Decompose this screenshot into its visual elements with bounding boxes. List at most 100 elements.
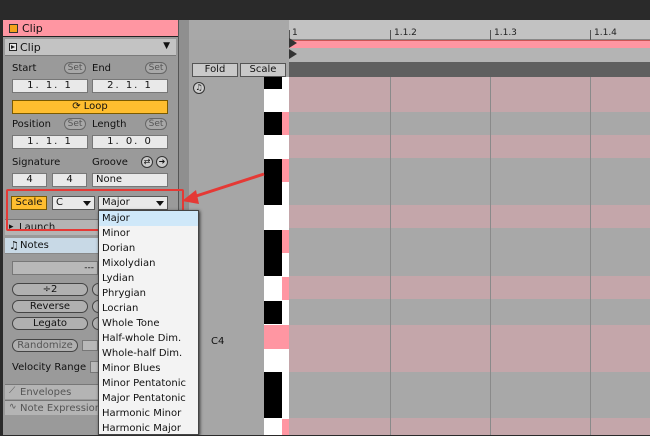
groove-label: Groove [92, 157, 128, 168]
envelope-icon: ⟋ [9, 386, 16, 396]
clip-section-label: Clip [20, 41, 41, 54]
scale-menu-item[interactable]: Minor Pentatonic [99, 376, 198, 391]
marker-lane [289, 48, 650, 62]
black-key[interactable] [264, 253, 282, 276]
ruler-label: 1.1.4 [594, 28, 617, 38]
fold-button[interactable]: Fold [192, 63, 238, 77]
start-set-button[interactable]: Set [64, 62, 86, 74]
scale-menu-item[interactable]: Dorian [99, 241, 198, 256]
position-set-button[interactable]: Set [64, 118, 86, 130]
signature-label: Signature [12, 157, 61, 168]
scale-row [289, 325, 650, 349]
scale-menu-item[interactable]: Harmonic Major [99, 421, 198, 436]
scale-menu-item[interactable]: Harmonic Minor [99, 406, 198, 421]
scale-menu-item[interactable]: Whole Tone [99, 316, 198, 331]
scale-row [289, 205, 650, 228]
key-scale-marker [282, 112, 289, 135]
loop-button[interactable]: ⟳ Loop [12, 100, 168, 114]
clip-title: Clip [22, 22, 43, 35]
scale-row [289, 77, 650, 89]
ruler-label: 1 [292, 28, 298, 38]
note-icon: ♫ [9, 239, 19, 252]
scale-row [289, 276, 650, 299]
scale-menu-item[interactable]: Half-whole Dim. [99, 331, 198, 346]
transpose-field[interactable]: --- [12, 261, 98, 275]
start-label: Start [12, 63, 37, 74]
loop-brace[interactable] [289, 40, 650, 48]
halve-button[interactable]: ÷2 [12, 283, 88, 296]
key-scale-marker [282, 419, 289, 435]
signature-denominator[interactable]: 4 [52, 173, 87, 187]
scale-menu-item[interactable]: Locrian [99, 301, 198, 316]
grid-line [590, 77, 591, 435]
ruler-label: 1.1.2 [394, 28, 417, 38]
c4-key-highlight [264, 325, 289, 349]
expression-icon: ∿ [9, 402, 17, 412]
scale-row [289, 418, 650, 435]
velocity-range-label: Velocity Range [12, 362, 87, 373]
randomize-amount-field[interactable] [82, 340, 98, 351]
grid-line [390, 77, 391, 435]
randomize-button[interactable]: Randomize [12, 339, 78, 352]
scale-menu-item[interactable]: Minor Blues [99, 361, 198, 376]
key-scale-marker [282, 230, 289, 253]
note-grid[interactable] [289, 77, 650, 435]
scroll-overview-bar[interactable] [289, 62, 650, 77]
ruler-tick [590, 30, 591, 40]
notes-label: Notes [20, 240, 49, 251]
legato-button[interactable]: Legato [12, 317, 88, 330]
ruler-label: 1.1.3 [494, 28, 517, 38]
reverse-button[interactable]: Reverse [12, 300, 88, 313]
scale-menu-item[interactable]: Phrygian [99, 286, 198, 301]
scale-dropdown-menu[interactable]: Major Minor Dorian Mixolydian Lydian Phr… [98, 210, 199, 435]
note-expression-label: Note Expression [20, 403, 102, 414]
scale-highlight-button[interactable]: Scale [240, 63, 286, 77]
clip-color-square[interactable] [9, 24, 18, 33]
end-marker-icon[interactable] [289, 49, 297, 59]
ruler-tick [390, 30, 391, 40]
groove-field[interactable]: None [92, 173, 168, 187]
scale-menu-item[interactable]: Major [99, 211, 198, 226]
grid-line [490, 77, 491, 435]
scale-menu-item[interactable]: Lydian [99, 271, 198, 286]
c4-label: C4 [211, 336, 225, 347]
key-scale-marker [282, 277, 289, 300]
annotation-arrow [182, 172, 265, 204]
scale-menu-item[interactable]: Whole-half Dim. [99, 346, 198, 361]
black-key[interactable] [264, 77, 282, 89]
groove-hot-swap-icon[interactable]: ⇄ [141, 156, 153, 168]
piano-keys[interactable] [264, 77, 289, 435]
black-key[interactable] [264, 301, 282, 324]
envelopes-label: Envelopes [20, 387, 72, 398]
clip-title-bar[interactable]: Clip [3, 20, 178, 37]
signature-numerator[interactable]: 4 [12, 173, 47, 187]
headphones-icon[interactable]: ♫ [193, 82, 205, 94]
loop-icon: ⟳ [72, 101, 84, 112]
length-field[interactable]: 1. 0. 0 [92, 135, 168, 149]
black-key[interactable] [264, 112, 282, 135]
position-label: Position [12, 119, 51, 130]
start-field[interactable]: 1. 1. 1 [12, 79, 88, 93]
scale-row [289, 89, 650, 112]
end-field[interactable]: 2. 1. 1 [92, 79, 168, 93]
chevron-down-icon[interactable]: ▼ [163, 41, 170, 51]
collapse-toggle-icon[interactable] [9, 43, 17, 51]
scale-menu-item[interactable]: Mixolydian [99, 256, 198, 271]
end-label: End [92, 63, 112, 74]
length-set-button[interactable]: Set [145, 118, 167, 130]
clip-section-header[interactable]: Clip ▼ [5, 39, 176, 56]
scale-row [289, 135, 650, 158]
length-label: Length [92, 119, 127, 130]
black-key[interactable] [264, 230, 282, 253]
scale-menu-item[interactable]: Minor [99, 226, 198, 241]
start-marker-icon[interactable] [289, 38, 297, 48]
time-ruler[interactable]: 1 1.1.2 1.1.3 1.1.4 [289, 20, 650, 40]
groove-commit-icon[interactable]: ➜ [156, 156, 168, 168]
black-key[interactable] [264, 395, 282, 418]
scale-menu-item[interactable]: Major Pentatonic [99, 391, 198, 406]
loop-label: Loop [83, 101, 108, 112]
position-field[interactable]: 1. 1. 1 [12, 135, 88, 149]
scale-row [289, 349, 650, 372]
black-key[interactable] [264, 372, 282, 395]
end-set-button[interactable]: Set [145, 62, 167, 74]
